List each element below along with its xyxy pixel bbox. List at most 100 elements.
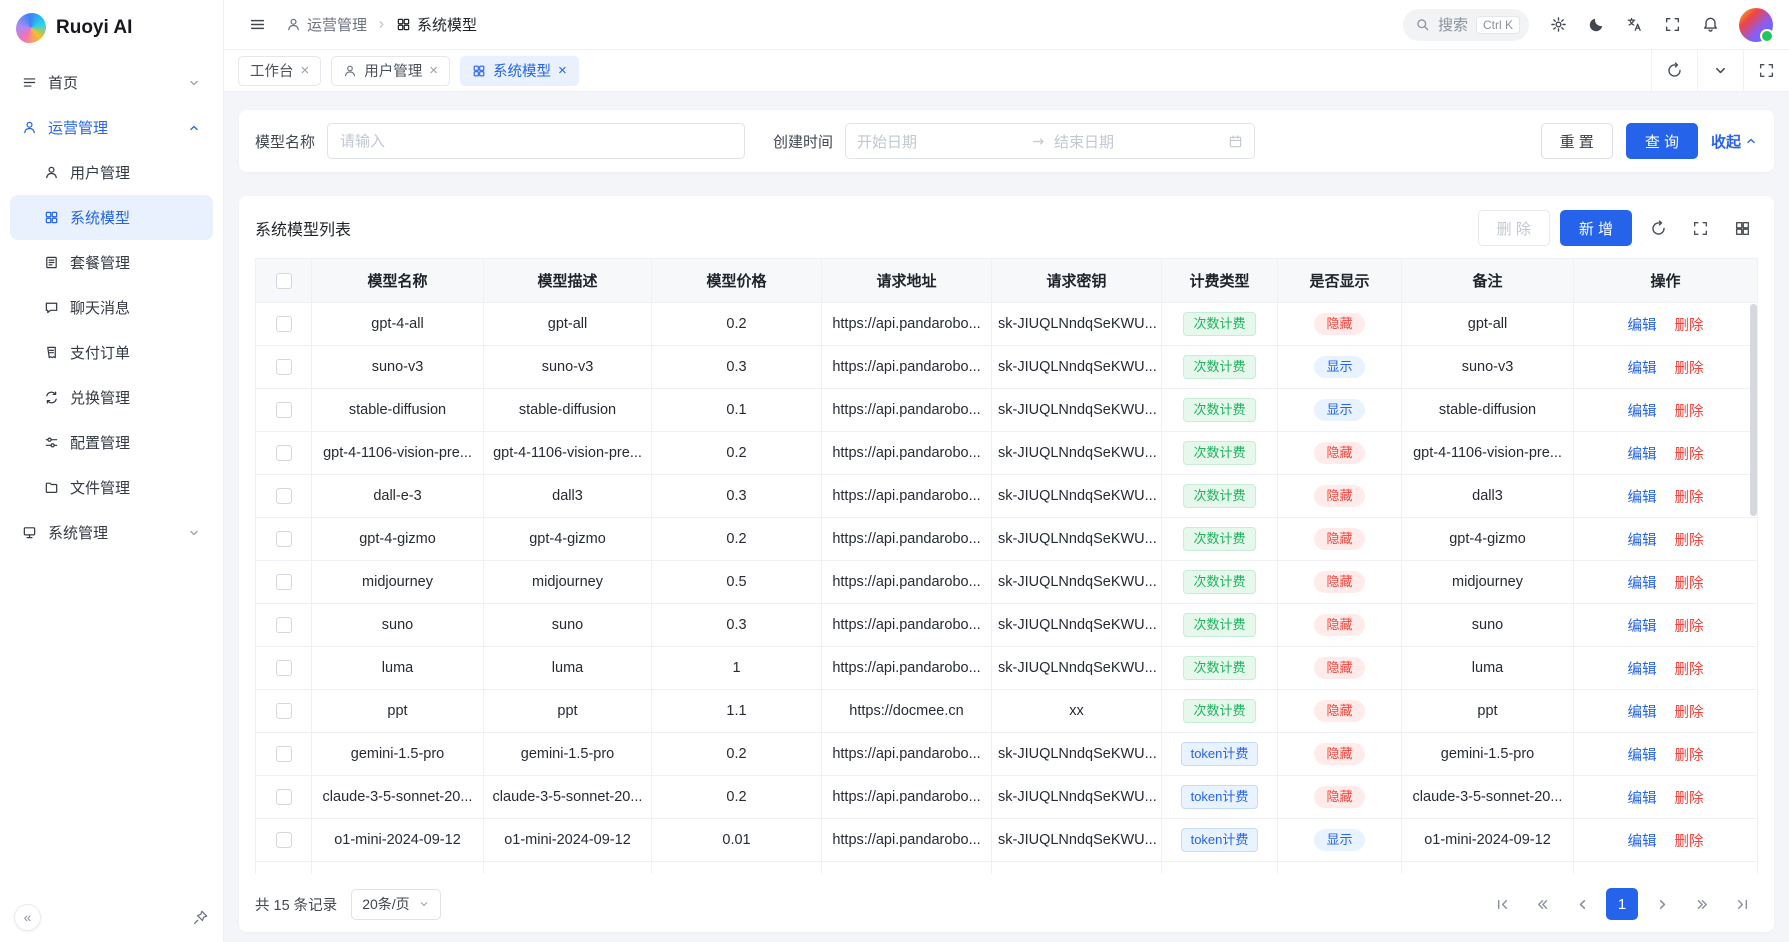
edit-link[interactable]: 编辑 [1627,705,1656,721]
prev-page-button[interactable] [1566,888,1598,920]
start-date-placeholder: 开始日期 [857,131,1023,152]
language-button[interactable] [1617,8,1651,42]
notifications-button[interactable] [1693,8,1727,42]
theme-toggle-button[interactable] [1579,8,1613,42]
content-fullscreen-button[interactable] [1743,50,1789,91]
delete-link[interactable]: 删除 [1675,576,1704,592]
delete-link[interactable]: 删除 [1675,619,1704,635]
row-checkbox[interactable] [276,832,292,848]
sidebar-subitem[interactable]: 系统模型 [10,195,213,240]
row-checkbox[interactable] [276,531,292,547]
delete-link[interactable]: 删除 [1675,490,1704,506]
delete-link[interactable]: 删除 [1675,447,1704,463]
row-checkbox[interactable] [276,574,292,590]
row-checkbox[interactable] [276,789,292,805]
user-avatar[interactable] [1739,8,1773,42]
breadcrumb-item-operations[interactable]: 运营管理 [286,14,367,35]
row-checkbox[interactable] [276,488,292,504]
search-button[interactable]: 查 询 [1626,123,1698,159]
sidebar-subitem[interactable]: 聊天消息 [10,285,213,330]
scrollbar-thumb[interactable] [1750,304,1757,516]
last-page-button[interactable] [1726,888,1758,920]
billing-type-badge: token计费 [1181,785,1259,810]
table-fullscreen-button[interactable] [1684,212,1716,244]
delete-link[interactable]: 删除 [1675,662,1704,678]
delete-selected-button[interactable]: 删 除 [1478,210,1550,246]
sidebar-subitem[interactable]: 套餐管理 [10,240,213,285]
sidebar-collapse-button[interactable]: « [14,904,41,931]
collapse-filter-link[interactable]: 收起 [1711,131,1758,152]
refresh-page-button[interactable] [1651,50,1697,91]
edit-link[interactable]: 编辑 [1627,748,1656,764]
delete-link[interactable]: 删除 [1675,705,1704,721]
delete-link[interactable]: 删除 [1675,533,1704,549]
edit-link[interactable]: 编辑 [1627,361,1656,377]
next-page-button[interactable] [1646,888,1678,920]
settings-button[interactable] [1541,8,1575,42]
edit-link[interactable]: 编辑 [1627,576,1656,592]
row-checkbox[interactable] [276,359,292,375]
tabs-menu-button[interactable] [1697,50,1743,91]
sidebar-subitem[interactable]: 用户管理 [10,150,213,195]
sidebar-item-operations[interactable]: 运营管理 [10,105,213,150]
tab-system-models[interactable]: 系统模型 × [460,56,579,86]
model-price-cell: 0.2 [652,432,822,475]
row-checkbox[interactable] [276,703,292,719]
sidebar-item-system[interactable]: 系统管理 [10,510,213,555]
row-checkbox[interactable] [276,660,292,676]
edit-link[interactable]: 编辑 [1627,791,1656,807]
prev-pages-button[interactable] [1526,888,1558,920]
row-checkbox[interactable] [276,617,292,633]
edit-link[interactable]: 编辑 [1627,318,1656,334]
tab-user-management[interactable]: 用户管理 × [331,56,450,86]
sidebar-subitem[interactable]: 文件管理 [10,465,213,510]
delete-link[interactable]: 删除 [1675,361,1704,377]
row-checkbox[interactable] [276,402,292,418]
page-1-button[interactable]: 1 [1606,888,1638,920]
edit-link[interactable]: 编辑 [1627,619,1656,635]
edit-link[interactable]: 编辑 [1627,404,1656,420]
close-tab-icon[interactable]: × [429,63,438,78]
delete-link[interactable]: 删除 [1675,791,1704,807]
sidebar-subitem[interactable]: 支付订单 [10,330,213,375]
edit-link[interactable]: 编辑 [1627,662,1656,678]
delete-link[interactable]: 删除 [1675,834,1704,850]
first-page-button[interactable] [1486,888,1518,920]
tab-label: 工作台 [250,60,294,81]
tab-workbench[interactable]: 工作台 × [238,56,321,86]
delete-link[interactable]: 删除 [1675,748,1704,764]
reset-button[interactable]: 重 置 [1541,123,1613,159]
app-logo[interactable]: Ruoyi AI [0,0,223,56]
date-range-picker[interactable]: 开始日期 结束日期 [845,123,1255,159]
sidebar-subitem[interactable]: 兑换管理 [10,375,213,420]
close-tab-icon[interactable]: × [558,63,567,78]
page-size-select[interactable]: 20条/页 [351,889,440,920]
add-button[interactable]: 新 增 [1560,210,1632,246]
edit-link[interactable]: 编辑 [1627,490,1656,506]
visibility-badge: 隐藏 [1314,700,1364,723]
sidebar-toggle-button[interactable] [240,8,274,42]
model-name-input[interactable] [327,123,745,159]
table-scrollbar[interactable] [1750,304,1757,872]
close-tab-icon[interactable]: × [301,63,310,78]
pin-icon[interactable] [192,909,209,926]
edit-link[interactable]: 编辑 [1627,447,1656,463]
select-all-checkbox[interactable] [276,273,292,289]
row-checkbox[interactable] [276,316,292,332]
refresh-table-button[interactable] [1642,212,1674,244]
row-checkbox[interactable] [276,746,292,762]
table-header: 模型名称 模型描述 模型价格 请求地址 请求密钥 计费类型 是否显示 备注 操作 [256,259,1758,303]
chevron-left-icon [1574,896,1591,913]
edit-link[interactable]: 编辑 [1627,533,1656,549]
delete-link[interactable]: 删除 [1675,404,1704,420]
sidebar-item-home[interactable]: 首页 [10,60,213,105]
model-icon [44,210,59,225]
row-checkbox[interactable] [276,445,292,461]
sidebar-subitem[interactable]: 配置管理 [10,420,213,465]
delete-link[interactable]: 删除 [1675,318,1704,334]
edit-link[interactable]: 编辑 [1627,834,1656,850]
column-settings-button[interactable] [1726,212,1758,244]
next-pages-button[interactable] [1686,888,1718,920]
global-search[interactable]: 搜索 Ctrl K [1403,9,1529,41]
fullscreen-button[interactable] [1655,8,1689,42]
